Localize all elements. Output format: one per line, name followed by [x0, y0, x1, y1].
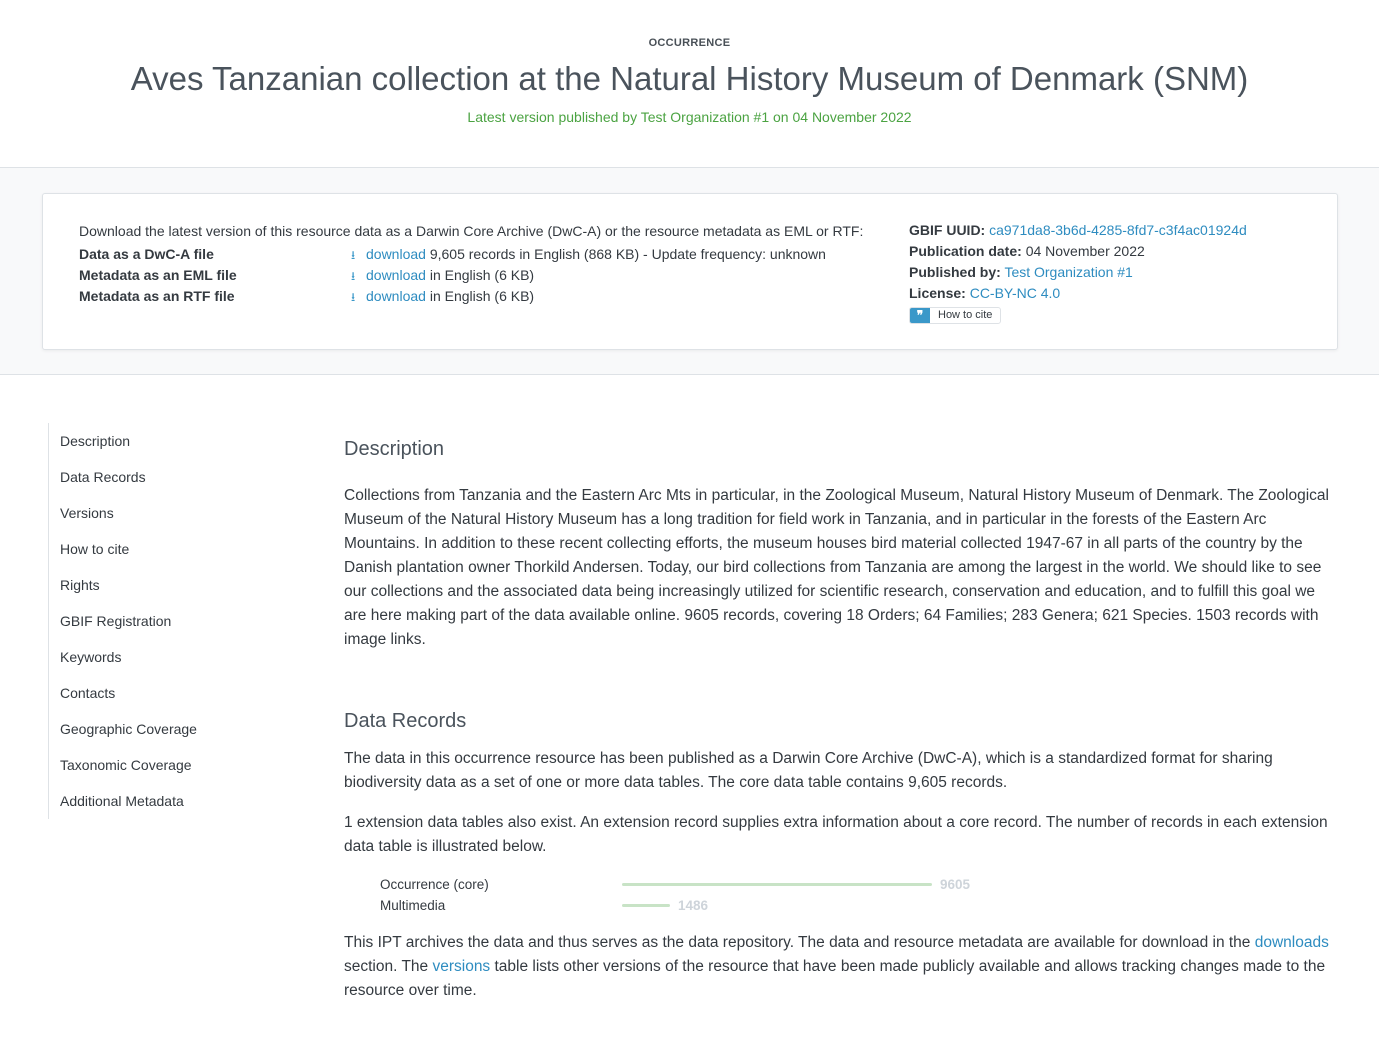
nav-item-rights[interactable]: Rights [49, 567, 288, 603]
resource-meta: GBIF UUID: ca971da8-3b6d-4285-8fd7-c3f4a… [909, 220, 1247, 325]
nav-item-keywords[interactable]: Keywords [49, 639, 288, 675]
license-row: License: CC-BY-NC 4.0 [909, 283, 1247, 304]
nav-item-contacts[interactable]: Contacts [49, 675, 288, 711]
pubdate-value: 04 November 2022 [1025, 243, 1145, 259]
bar-row-multimedia: Multimedia 1486 [380, 895, 1080, 916]
download-intro: Download the latest version of this reso… [79, 223, 864, 239]
download-card: Download the latest version of this reso… [42, 193, 1338, 350]
download-rtf-link[interactable]: download [366, 288, 426, 304]
p3-text-b: section. The [344, 958, 433, 975]
pubdate-row: Publication date: 04 November 2022 [909, 241, 1247, 262]
download-row-detail: in English (6 KB) [429, 267, 535, 283]
publisher-link[interactable]: Test Organization #1 [1004, 264, 1132, 280]
bar-row-core: Occurrence (core) 9605 [380, 874, 1080, 895]
download-band: Download the latest version of this reso… [0, 168, 1379, 375]
nav-item-how-to-cite[interactable]: How to cite [49, 531, 288, 567]
data-records-p1: The data in this occurrence resource has… [344, 750, 1273, 791]
download-row-label: Data as a DwC-A file [79, 246, 214, 262]
nav-item-data-records[interactable]: Data Records [49, 459, 288, 495]
uuid-row: GBIF UUID: ca971da8-3b6d-4285-8fd7-c3f4a… [909, 220, 1247, 241]
download-icon: ⭳ [351, 290, 356, 304]
license-link[interactable]: CC-BY-NC 4.0 [970, 285, 1061, 301]
download-row-detail: in English (6 KB) [429, 288, 535, 304]
description-heading: Description [344, 438, 445, 460]
bar-multimedia [622, 904, 670, 907]
quote-icon: ❞ [910, 308, 930, 323]
published-subtitle: Latest version published by Test Organiz… [467, 109, 912, 125]
download-icon: ⭳ [351, 248, 356, 262]
p3-text-a: This IPT archives the data and thus serv… [344, 934, 1255, 951]
nav-item-gbif-registration[interactable]: GBIF Registration [49, 603, 288, 639]
license-label: License: [909, 285, 966, 301]
download-row-label: Metadata as an RTF file [79, 288, 235, 304]
page-header: OCCURRENCE Aves Tanzanian collection at … [0, 0, 1379, 168]
data-records-heading: Data Records [344, 710, 467, 732]
nav-item-additional-metadata[interactable]: Additional Metadata [49, 783, 288, 819]
bar-label: Multimedia [380, 898, 446, 913]
download-eml-link[interactable]: download [366, 267, 426, 283]
how-to-cite-button[interactable]: ❞ How to cite [909, 307, 1002, 324]
bar-value: 1486 [678, 898, 709, 913]
data-records-p2: 1 extension data tables also exist. An e… [344, 814, 1328, 855]
nav-item-geographic-coverage[interactable]: Geographic Coverage [49, 711, 288, 747]
download-icon: ⭳ [351, 269, 356, 283]
nav-item-versions[interactable]: Versions [49, 495, 288, 531]
section-nav: Description Data Records Versions How to… [48, 423, 288, 819]
page-title: Aves Tanzanian collection at the Natural… [130, 60, 1249, 97]
bar-label: Occurrence (core) [380, 877, 489, 892]
pubdate-label: Publication date: [909, 243, 1022, 259]
uuid-link[interactable]: ca971da8-3b6d-4285-8fd7-c3f4ac01924d [989, 222, 1247, 238]
download-row-label: Metadata as an EML file [79, 267, 237, 283]
nav-item-description[interactable]: Description [49, 423, 288, 459]
versions-link[interactable]: versions [432, 958, 490, 975]
resource-type-label: OCCURRENCE [648, 37, 731, 49]
downloads-link[interactable]: downloads [1255, 934, 1329, 951]
how-to-cite-label: How to cite [938, 309, 993, 321]
main-content: Description Collections from Tanzania an… [344, 438, 1339, 1003]
bar-core [622, 883, 932, 886]
uuid-label: GBIF UUID: [909, 222, 986, 238]
publisher-label: Published by: [909, 264, 1001, 280]
download-dwca-link[interactable]: download [366, 246, 426, 262]
description-text: Collections from Tanzania and the Easter… [344, 487, 1329, 648]
publisher-row: Published by: Test Organization #1 [909, 262, 1247, 283]
bar-value: 9605 [940, 877, 971, 892]
nav-item-taxonomic-coverage[interactable]: Taxonomic Coverage [49, 747, 288, 783]
download-row-detail: 9,605 records in English (868 KB) - Upda… [429, 246, 826, 262]
p3-text-c: table lists other versions of the resour… [344, 958, 1326, 999]
data-records-p3: This IPT archives the data and thus serv… [344, 931, 1339, 1003]
extension-records-chart: Occurrence (core) 9605 Multimedia 1486 [380, 874, 1339, 916]
